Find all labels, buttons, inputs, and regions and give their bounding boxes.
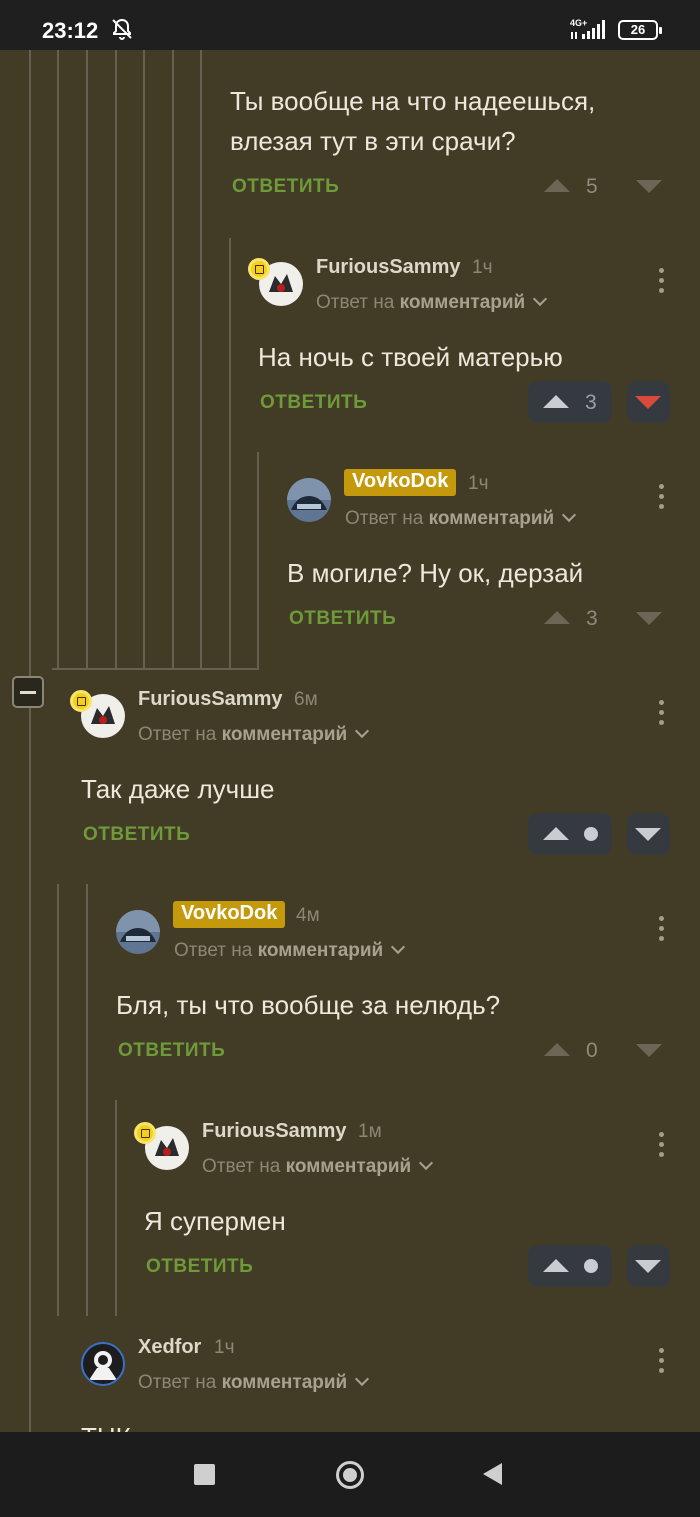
comment-author[interactable]: FuriousSammy <box>316 256 460 279</box>
reply-button[interactable]: ОТВЕТИТЬ <box>289 608 396 630</box>
battery-icon: 26 <box>618 20 662 40</box>
comment-text: Бля, ты что вообще за нелюдь? <box>116 990 501 1020</box>
reply-to[interactable]: Ответ на комментарий <box>316 291 548 314</box>
reply-button[interactable]: ОТВЕТИТЬ <box>260 392 367 414</box>
comment-author[interactable]: VovkoDok <box>173 901 286 928</box>
comment-text: Я супермен <box>144 1206 286 1236</box>
comment-text: Ты вообще на что надеешься, <box>230 86 596 116</box>
comment-author[interactable]: FuriousSammy <box>138 688 282 711</box>
vote-down-button[interactable] <box>627 381 670 423</box>
avatar[interactable] <box>81 1342 125 1386</box>
comment-text: Так даже лучше <box>81 774 275 804</box>
comment-score: 5 <box>586 175 598 198</box>
more-vertical-icon[interactable] <box>659 916 665 944</box>
chevron-down-icon <box>355 1371 370 1387</box>
upvote-icon <box>543 827 569 840</box>
collapse-thread-button[interactable] <box>12 676 44 708</box>
comment-author[interactable]: Xedfor <box>138 1336 201 1359</box>
reply-button[interactable]: ОТВЕТИТЬ <box>146 1256 253 1278</box>
chevron-down-icon <box>355 723 370 739</box>
pin-badge-icon <box>134 1122 156 1144</box>
avatar[interactable] <box>287 478 331 522</box>
avatar[interactable] <box>116 910 160 954</box>
comment-score: 3 <box>585 391 597 414</box>
chevron-down-icon <box>391 939 406 955</box>
comment-time: 1ч <box>214 1337 235 1358</box>
downvote-icon[interactable] <box>636 612 662 625</box>
comment-time: 1м <box>358 1121 382 1142</box>
more-vertical-icon[interactable] <box>659 484 665 512</box>
reply-button[interactable]: ОТВЕТИТЬ <box>232 176 339 198</box>
vote-up-button[interactable] <box>528 813 612 855</box>
upvote-icon[interactable] <box>544 179 570 192</box>
upvote-icon <box>543 1259 569 1272</box>
upvote-icon[interactable] <box>544 611 570 624</box>
status-time: 23:12 <box>42 18 99 43</box>
downvote-icon[interactable] <box>636 180 662 193</box>
home-button[interactable] <box>336 1461 364 1489</box>
reply-to[interactable]: Ответ на комментарий <box>138 723 370 746</box>
comment-text: В могиле? Ну ок, дерзай <box>287 558 584 588</box>
status-bar: 23:12 4G+ 26 <box>0 0 700 50</box>
signal-icon: 4G+ <box>568 18 608 42</box>
pin-badge-icon <box>70 690 92 712</box>
reply-button[interactable]: ОТВЕТИТЬ <box>118 1040 225 1062</box>
battery-level: 26 <box>630 22 646 37</box>
vote-down-button[interactable] <box>627 1245 670 1287</box>
upvote-icon <box>543 395 569 408</box>
recents-button[interactable] <box>194 1464 215 1485</box>
more-vertical-icon[interactable] <box>659 700 665 728</box>
more-vertical-icon[interactable] <box>659 1348 665 1376</box>
reply-button[interactable]: ОТВЕТИТЬ <box>83 824 190 846</box>
comment-time: 6м <box>294 689 318 710</box>
reply-to[interactable]: Ответ на комментарий <box>174 939 406 962</box>
pin-badge-icon <box>248 258 270 280</box>
vote-up-button[interactable] <box>528 1245 612 1287</box>
downvote-icon <box>635 1260 661 1273</box>
downvote-icon[interactable] <box>636 1044 662 1057</box>
comment-score: 3 <box>586 607 598 630</box>
comment-text: На ночь с твоей матерью <box>258 342 563 372</box>
comment-score: 0 <box>586 1039 598 1062</box>
more-vertical-icon[interactable] <box>659 268 665 296</box>
vote-up-button[interactable]: 3 <box>528 381 612 423</box>
upvote-icon[interactable] <box>544 1043 570 1056</box>
more-vertical-icon[interactable] <box>659 1132 665 1160</box>
chevron-down-icon <box>562 507 577 523</box>
downvote-icon <box>635 396 661 409</box>
comment-time: 4м <box>296 905 320 926</box>
reply-to[interactable]: Ответ на комментарий <box>345 507 577 530</box>
comment-text: влезая тут в эти срачи? <box>230 126 516 156</box>
comment-author[interactable]: FuriousSammy <box>202 1120 346 1143</box>
comment-time: 1ч <box>472 257 493 278</box>
downvote-icon <box>635 828 661 841</box>
back-button[interactable] <box>483 1463 502 1485</box>
score-hidden-dot <box>584 1259 598 1273</box>
reply-to[interactable]: Ответ на комментарий <box>138 1371 370 1394</box>
comment-time: 1ч <box>468 473 489 494</box>
comment-author[interactable]: VovkoDok <box>344 469 457 496</box>
reply-to[interactable]: Ответ на комментарий <box>202 1155 434 1178</box>
chevron-down-icon <box>419 1155 434 1171</box>
score-hidden-dot <box>584 827 598 841</box>
vote-down-button[interactable] <box>627 813 670 855</box>
chevron-down-icon <box>533 291 548 307</box>
bell-off-icon <box>112 18 132 40</box>
